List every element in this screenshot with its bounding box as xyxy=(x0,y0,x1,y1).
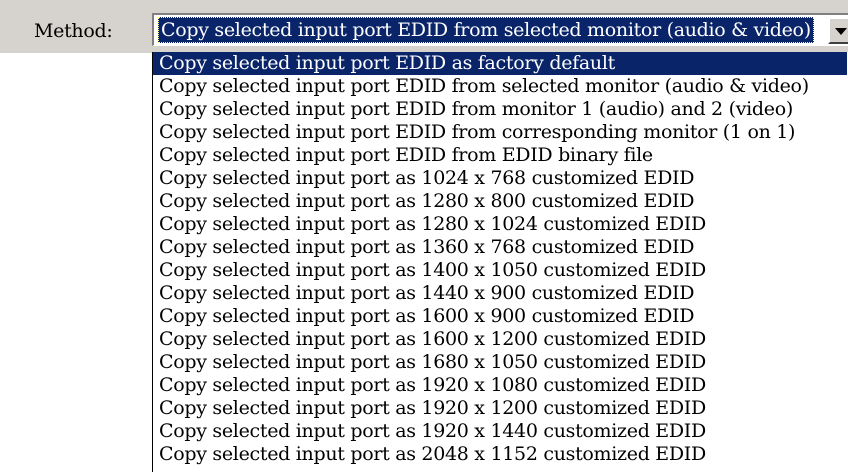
method-row: Method: Copy selected input port EDID fr… xyxy=(0,0,848,53)
method-option[interactable]: Copy selected input port as 1400 x 1050 … xyxy=(153,259,848,282)
chevron-down-icon xyxy=(835,28,847,35)
method-option[interactable]: Copy selected input port EDID as factory… xyxy=(153,52,847,75)
method-option[interactable]: Copy selected input port EDID from monit… xyxy=(153,98,848,121)
method-select-value[interactable]: Copy selected input port EDID from selec… xyxy=(158,17,814,43)
method-label: Method: xyxy=(34,20,113,42)
method-option[interactable]: Copy selected input port EDID from selec… xyxy=(153,75,848,98)
method-option[interactable]: Copy selected input port as 1280 x 1024 … xyxy=(153,213,848,236)
method-options-list[interactable]: Copy selected input port EDID as factory… xyxy=(152,52,848,472)
method-option[interactable]: Copy selected input port EDID from EDID … xyxy=(153,144,848,167)
method-option[interactable]: Copy selected input port EDID from corre… xyxy=(153,121,848,144)
method-option[interactable]: Copy selected input port as 1920 x 1440 … xyxy=(153,420,848,443)
method-option[interactable]: Copy selected input port as 1680 x 1050 … xyxy=(153,351,848,374)
method-option[interactable]: Copy selected input port as 1600 x 1200 … xyxy=(153,328,848,351)
method-option[interactable]: Copy selected input port as 1920 x 1080 … xyxy=(153,374,848,397)
method-option[interactable]: Copy selected input port as 1920 x 1200 … xyxy=(153,397,848,420)
method-option[interactable]: Copy selected input port as 1360 x 768 c… xyxy=(153,236,848,259)
method-option[interactable]: Copy selected input port as 1280 x 800 c… xyxy=(153,190,848,213)
method-select[interactable]: Copy selected input port EDID from selec… xyxy=(152,13,848,46)
method-option[interactable]: Copy selected input port as 1600 x 900 c… xyxy=(153,305,848,328)
method-option[interactable]: Copy selected input port as 1440 x 900 c… xyxy=(153,282,848,305)
dropdown-button[interactable] xyxy=(828,17,848,44)
method-option[interactable]: Copy selected input port as 2048 x 1152 … xyxy=(153,443,848,466)
method-option[interactable]: Copy selected input port as 1024 x 768 c… xyxy=(153,167,848,190)
